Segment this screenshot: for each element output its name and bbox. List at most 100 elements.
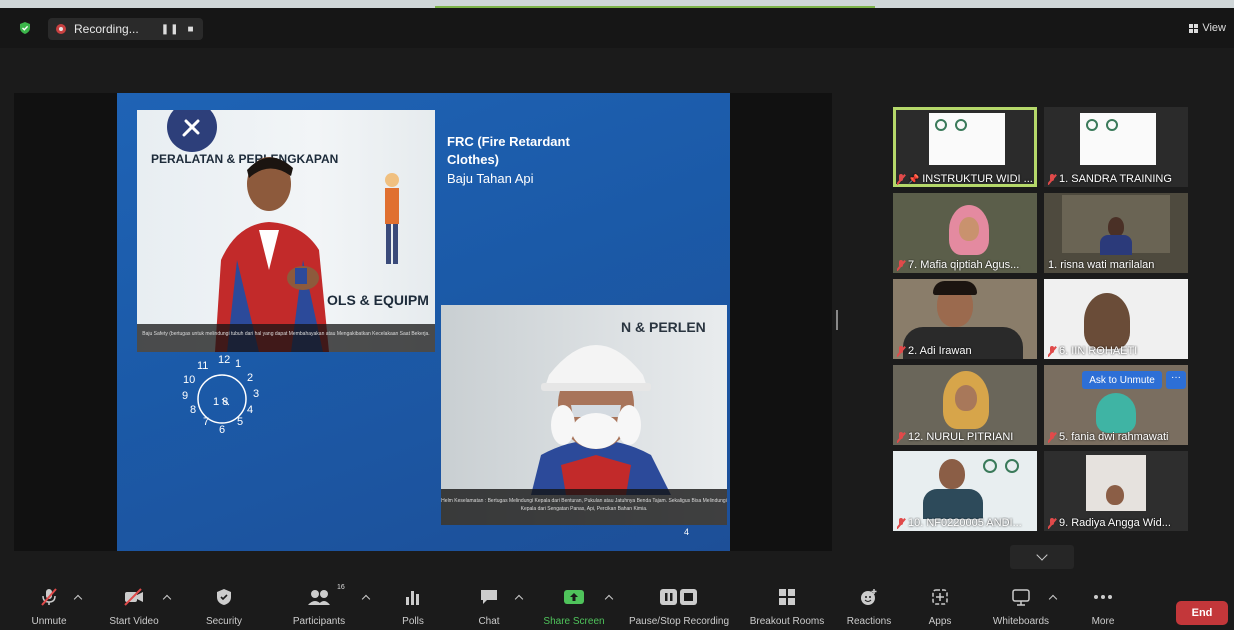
- panel-resize-handle[interactable]: [836, 310, 838, 330]
- participant-tile[interactable]: 📌 INSTRUKTUR WIDI ...: [893, 107, 1037, 187]
- recording-dot-icon: [56, 24, 66, 34]
- more-button[interactable]: More: [1086, 586, 1120, 630]
- recording-indicator[interactable]: Recording... ❚❚ ■: [48, 18, 203, 40]
- share-screen-icon: [563, 586, 585, 608]
- muted-mic-icon: [897, 517, 905, 529]
- unmute-options-caret[interactable]: [73, 594, 83, 604]
- logo-icon: [955, 119, 967, 131]
- logo-icon: [1086, 119, 1098, 131]
- unmute-button[interactable]: Unmute: [24, 586, 74, 630]
- participant-tile[interactable]: 1. risna wati marilalan: [1044, 193, 1188, 273]
- whiteboards-label: Whiteboards: [992, 616, 1050, 627]
- participant-face: [1108, 217, 1124, 237]
- muted-mic-icon: [1048, 517, 1056, 529]
- slide-photo-safety-helmet: N & PERLEN Helm Keselamatan : Bertugas M…: [441, 305, 727, 525]
- polls-label: Polls: [402, 616, 424, 627]
- participant-name: 📌 INSTRUKTUR WIDI ...: [897, 173, 1033, 185]
- participant-name: 1. SANDRA TRAINING: [1048, 173, 1184, 185]
- end-meeting-button[interactable]: End: [1176, 601, 1228, 625]
- participant-name: 10. NF0220005 ANDI...: [897, 517, 1033, 529]
- clock-doodle: 12 1 2 3 4 5 6 7 8 9 10 11 1 8: [182, 355, 259, 436]
- stop-recording-icon[interactable]: ■: [187, 24, 194, 35]
- photo1-caption: Baju Safety (bertugas untuk melindungi t…: [137, 324, 435, 352]
- chevron-down-icon: [1036, 549, 1048, 561]
- pin-icon: 📌: [908, 173, 920, 184]
- start-video-label: Start Video: [109, 616, 159, 627]
- logo-card: [929, 113, 1005, 165]
- participants-options-caret[interactable]: [361, 594, 371, 604]
- window-top-strip: [0, 0, 1234, 8]
- whiteboards-button[interactable]: Whiteboards: [988, 586, 1054, 630]
- zoom-meeting-window: Recording... ❚❚ ■ View PERALATAN & PERLE…: [0, 0, 1234, 630]
- security-shield-icon: [215, 586, 233, 608]
- video-options-caret[interactable]: [162, 594, 172, 604]
- participant-hair: [933, 281, 977, 295]
- pause-recording-icon[interactable]: ❚❚: [161, 24, 180, 35]
- participant-tile[interactable]: 7. Mafia qiptiah Agus...: [893, 193, 1037, 273]
- presentation-slide: PERALATAN & PERLENGKAPAN OLS & EQUIPM Ba…: [117, 93, 730, 551]
- participant-name-text: INSTRUKTUR WIDI ...: [922, 173, 1033, 185]
- start-video-button[interactable]: Start Video: [104, 586, 164, 630]
- slide-photo-safety-clothes: PERALATAN & PERLENGKAPAN OLS & EQUIPM Ba…: [137, 110, 435, 352]
- participant-name-text: 6. IIN ROHAETI: [1059, 345, 1138, 357]
- logo-card: [1080, 113, 1156, 165]
- polls-button[interactable]: Polls: [396, 586, 430, 630]
- participants-button[interactable]: 16 Participants: [288, 584, 350, 630]
- reactions-label: Reactions: [846, 616, 892, 627]
- chat-options-caret[interactable]: [514, 594, 524, 604]
- gallery-scroll-down-button[interactable]: [1010, 545, 1074, 569]
- muted-mic-icon: [897, 259, 905, 271]
- apps-label: Apps: [928, 616, 952, 627]
- tile-more-options-button[interactable]: ···: [1166, 371, 1186, 389]
- participant-body: [1100, 235, 1132, 255]
- security-shield-icon[interactable]: [18, 21, 32, 35]
- participant-body: [923, 489, 983, 519]
- participant-name-text: 9. Radiya Angga Wid...: [1059, 517, 1171, 529]
- clock-number: 12: [218, 355, 230, 366]
- participant-name-text: 10. NF0220005 ANDI...: [908, 517, 1022, 529]
- muted-microphone-icon: [39, 586, 59, 608]
- chat-label: Chat: [478, 616, 500, 627]
- clock-number: 7: [203, 416, 209, 428]
- view-button[interactable]: View: [1189, 22, 1226, 34]
- chat-button[interactable]: Chat: [472, 586, 506, 630]
- recording-label: Recording...: [74, 22, 139, 36]
- reactions-button[interactable]: Reactions: [842, 586, 896, 630]
- participant-tile[interactable]: 12. NURUL PITRIANI: [893, 365, 1037, 445]
- participant-name: 5. fania dwi rahmawati: [1048, 431, 1184, 443]
- clock-number: 5: [237, 416, 243, 428]
- view-label: View: [1202, 22, 1226, 34]
- participant-tile[interactable]: 9. Radiya Angga Wid...: [1044, 451, 1188, 531]
- photo2-caption: Helm Keselamatan : Bertugas Melindungi K…: [441, 489, 727, 525]
- breakout-rooms-button[interactable]: Breakout Rooms: [746, 586, 828, 630]
- security-label: Security: [205, 616, 243, 627]
- share-screen-button[interactable]: Share Screen: [540, 586, 608, 630]
- pause-stop-recording-button[interactable]: Pause/Stop Recording: [624, 586, 734, 630]
- participant-face: [955, 385, 977, 411]
- participant-face: [939, 459, 965, 489]
- clock-number: 1: [235, 358, 241, 370]
- participant-tile[interactable]: 10. NF0220005 ANDI...: [893, 451, 1037, 531]
- participant-name: 6. IIN ROHAETI: [1048, 345, 1184, 357]
- slide-page-number: 4: [684, 527, 690, 537]
- muted-mic-icon: [897, 173, 905, 185]
- apps-icon: [931, 586, 949, 608]
- logo-icon: [1005, 459, 1019, 473]
- more-dots-icon: [1093, 586, 1113, 608]
- video-off-icon: [123, 586, 145, 608]
- participant-tile[interactable]: 2. Adi Irawan: [893, 279, 1037, 359]
- person-with-helmet-and-mask: [531, 345, 671, 495]
- clock-number: 2: [247, 372, 253, 384]
- participant-name: 9. Radiya Angga Wid...: [1048, 517, 1184, 529]
- participant-tile[interactable]: 1. SANDRA TRAINING: [1044, 107, 1188, 187]
- participant-face: [1106, 485, 1124, 505]
- meeting-toolbar: Unmute Start Video Security 16 Participa…: [0, 584, 1234, 630]
- clock-number: 10: [183, 374, 195, 386]
- ask-to-unmute-button[interactable]: Ask to Unmute: [1082, 371, 1162, 389]
- participant-tile[interactable]: 6. IIN ROHAETI: [1044, 279, 1188, 359]
- participant-video: [1096, 393, 1136, 433]
- logo-icon: [935, 119, 947, 131]
- apps-button[interactable]: Apps: [922, 586, 958, 630]
- participant-name: 12. NURUL PITRIANI: [897, 431, 1033, 443]
- security-button[interactable]: Security: [200, 586, 248, 630]
